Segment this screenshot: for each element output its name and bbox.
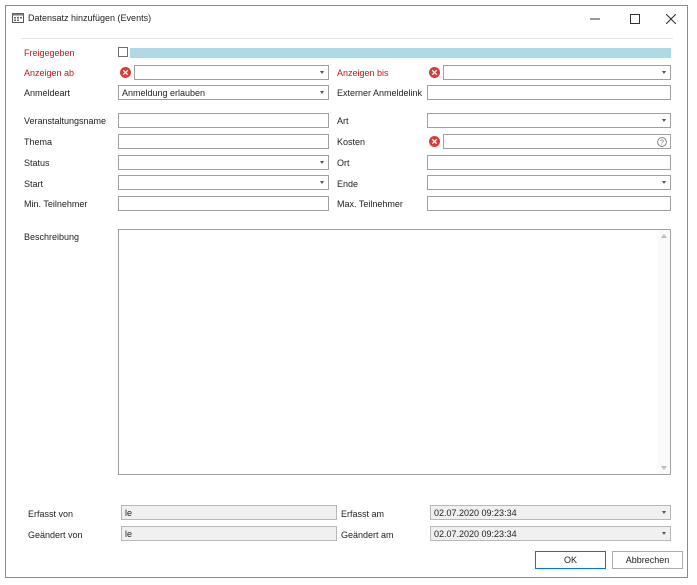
label-status: Status: [24, 158, 50, 168]
label-veranstaltungsname: Veranstaltungsname: [24, 116, 107, 126]
freigegeben-checkbox[interactable]: [118, 47, 128, 57]
label-geaendert-von: Geändert von: [28, 530, 83, 540]
geaendert-von-field: le: [121, 526, 337, 541]
chevron-down-icon: [662, 119, 666, 122]
label-anzeigen-ab: Anzeigen ab: [24, 68, 75, 78]
window-title: Datensatz hinzufügen (Events): [28, 13, 152, 23]
maximize-icon: [630, 14, 640, 24]
anmeldeart-value: Anmeldung erlauben: [122, 88, 206, 98]
label-art: Art: [337, 116, 349, 126]
chevron-down-icon: [662, 511, 666, 514]
kosten-input[interactable]: ?: [443, 134, 671, 149]
label-freigegeben: Freigegeben: [24, 48, 75, 58]
scroll-up-icon[interactable]: [661, 234, 667, 238]
label-ende: Ende: [337, 179, 359, 189]
label-externer-anmeldelink: Externer Anmeldelink: [337, 88, 423, 98]
externer-anmeldelink-input[interactable]: [427, 85, 671, 100]
label-ort: Ort: [337, 158, 350, 168]
geaendert-von-value: le: [125, 529, 133, 539]
erfasst-am-field: 02.07.2020 09:23:34: [430, 505, 671, 520]
anmeldeart-dropdown[interactable]: Anmeldung erlauben: [118, 85, 329, 100]
label-geaendert-am: Geändert am: [341, 530, 394, 540]
label-kosten: Kosten: [337, 137, 366, 147]
label-anmeldeart: Anmeldeart: [24, 88, 71, 98]
cancel-button[interactable]: Abbrechen: [612, 551, 683, 569]
anzeigen-bis-dropdown[interactable]: [443, 65, 671, 80]
label-anzeigen-bis: Anzeigen bis: [337, 68, 389, 78]
label-erfasst-von: Erfasst von: [28, 509, 74, 519]
scroll-down-icon[interactable]: [661, 466, 667, 470]
label-beschreibung: Beschreibung: [24, 232, 80, 242]
geaendert-am-value: 02.07.2020 09:23:34: [434, 529, 517, 539]
beschreibung-textarea[interactable]: [118, 229, 671, 475]
ok-button[interactable]: OK: [535, 551, 606, 569]
chevron-down-icon: [662, 532, 666, 535]
veranstaltungsname-input[interactable]: [118, 113, 329, 128]
error-icon: [120, 67, 131, 78]
label-erfasst-am: Erfasst am: [341, 509, 385, 519]
error-icon: [429, 67, 440, 78]
freigegeben-highlight-bar: [130, 48, 671, 58]
separator: [21, 38, 673, 39]
chevron-down-icon: [320, 71, 324, 74]
erfasst-von-field: le: [121, 505, 337, 520]
vertical-scrollbar[interactable]: [658, 230, 670, 474]
chevron-down-icon: [662, 181, 666, 184]
close-icon: [666, 14, 676, 24]
erfasst-am-value: 02.07.2020 09:23:34: [434, 508, 517, 518]
chevron-down-icon: [662, 71, 666, 74]
minimize-icon: [590, 18, 600, 20]
calendar-icon: [12, 13, 24, 23]
error-icon: [429, 136, 440, 147]
ende-dropdown[interactable]: [427, 175, 671, 190]
label-thema: Thema: [24, 137, 53, 147]
ort-input[interactable]: [427, 155, 671, 170]
svg-text:?: ?: [660, 140, 664, 147]
close-button[interactable]: [652, 8, 690, 30]
min-teilnehmer-input[interactable]: [118, 196, 329, 211]
chevron-down-icon: [320, 161, 324, 164]
help-icon[interactable]: ?: [657, 137, 667, 147]
title-bar: Datensatz hinzufügen (Events): [6, 6, 687, 32]
dialog-window: Datensatz hinzufügen (Events) Freigegebe…: [5, 5, 688, 578]
chevron-down-icon: [320, 181, 324, 184]
anzeigen-ab-dropdown[interactable]: [134, 65, 329, 80]
status-dropdown[interactable]: [118, 155, 329, 170]
maximize-button[interactable]: [616, 8, 654, 30]
max-teilnehmer-input[interactable]: [427, 196, 671, 211]
art-dropdown[interactable]: [427, 113, 671, 128]
thema-input[interactable]: [118, 134, 329, 149]
label-start: Start: [24, 179, 44, 189]
minimize-button[interactable]: [576, 8, 614, 30]
label-min-teilnehmer: Min. Teilnehmer: [24, 199, 88, 209]
chevron-down-icon: [320, 91, 324, 94]
start-dropdown[interactable]: [118, 175, 329, 190]
geaendert-am-field: 02.07.2020 09:23:34: [430, 526, 671, 541]
erfasst-von-value: le: [125, 508, 133, 518]
label-max-teilnehmer: Max. Teilnehmer: [337, 199, 403, 209]
